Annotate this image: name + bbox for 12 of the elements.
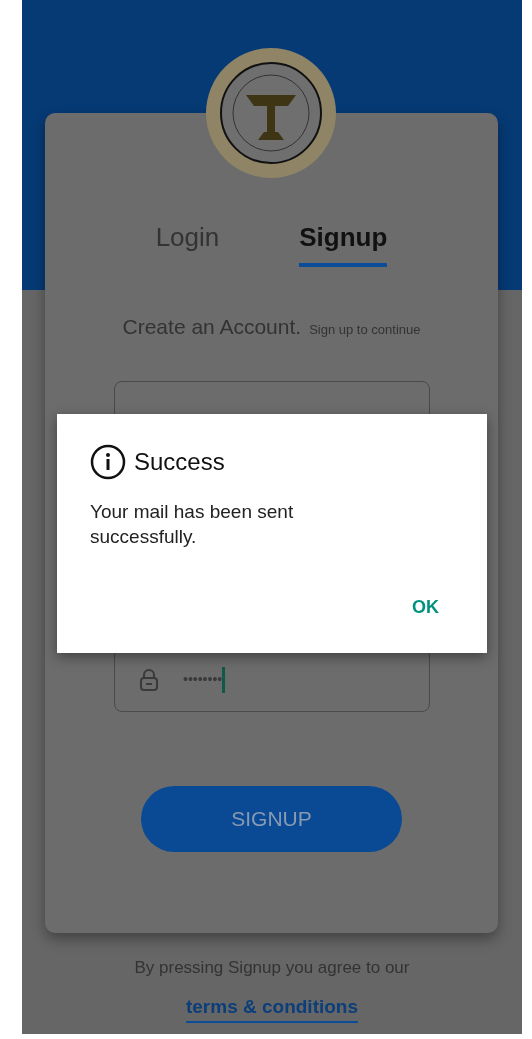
dialog-message: Your mail has been sent successfully. <box>90 500 295 549</box>
password-value: •••••••• <box>183 670 223 687</box>
signup-button[interactable]: SIGNUP <box>141 785 402 852</box>
tab[interactable]: Login <box>155 218 220 267</box>
info-icon <box>90 444 126 480</box>
lock-icon <box>139 667 159 692</box>
heading: Create an Account. <box>122 314 302 340</box>
terms-link[interactable]: terms & conditions <box>185 992 359 1023</box>
tab[interactable]: Signup <box>299 218 388 267</box>
subheading: Sign up to continue <box>309 321 421 339</box>
dialog-title: Success <box>134 447 225 477</box>
ok-button[interactable]: OK <box>408 590 443 625</box>
